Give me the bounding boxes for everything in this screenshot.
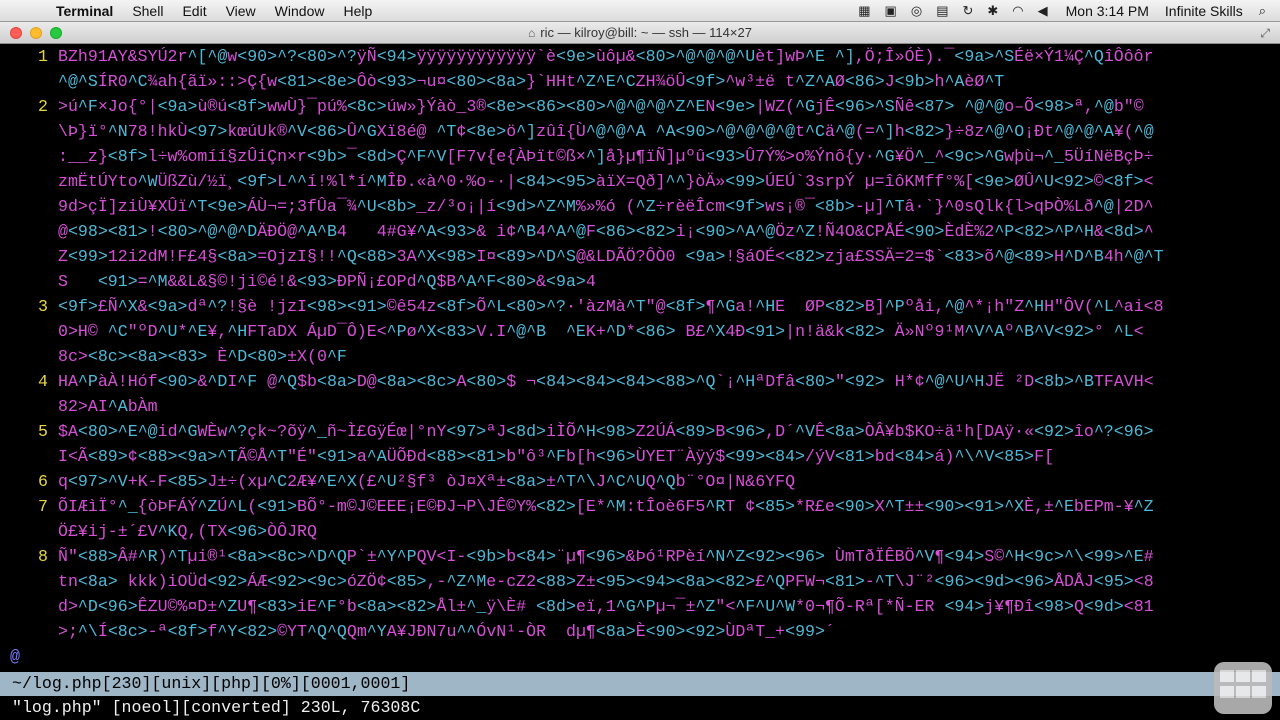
line-text: I<Ã<89>¢<88><9a>^TÃ©Å^T"É"<91>a^AÜÕÐd<88… bbox=[58, 447, 1055, 466]
editor-line: Z<99>12i2dM!F£4§<8a>=OjzI§!!^Q<88>3A^X<9… bbox=[0, 244, 1280, 269]
line-text: 0>H© ^C"ºD^U*^E¥,^HFTaDX ÁµD¯Ô)E<^Pø^X<8… bbox=[58, 322, 1144, 341]
line-text: ^@^SÍR0^C¾ah{ãï»::>Ç{w<81><8e>Ôò<93>¬u¤<… bbox=[58, 72, 1005, 91]
line-number: 1 bbox=[38, 47, 48, 66]
volume-icon[interactable]: ◀ bbox=[1038, 3, 1048, 19]
screen-record-icon[interactable]: ▦ bbox=[858, 3, 870, 19]
bluetooth-icon[interactable]: ✱ bbox=[987, 3, 998, 19]
editor-line: 6 q<97>^V+K-F<85>J±÷(xµ^C2Æ¥^E^X(£^U²§f³ … bbox=[0, 469, 1280, 494]
editor-line: ^@^SÍR0^C¾ah{ãï»::>Ç{w<81><8e>Ôò<93>¬u¤<… bbox=[0, 69, 1280, 94]
menu-edit[interactable]: Edit bbox=[182, 3, 206, 19]
line-text: :__z}<8f>l÷w%omíí§zÛiÇn×r<9b>¯<8d>Ç^F^V[… bbox=[58, 147, 1154, 166]
line-number: 8 bbox=[38, 547, 48, 566]
window-controls bbox=[10, 27, 70, 39]
vim-message-line: "log.php" [noeol][converted] 230L, 76308… bbox=[12, 698, 421, 717]
infinite-skills-logo bbox=[1214, 662, 1272, 714]
line-text: 82>AI^AbÀm bbox=[58, 397, 158, 416]
editor-line: 7 ÕIÆìÏ°^_{òÞFÁÝ^ZÚ^L(<91>BÕ°-m©J©EEE¡E©Ð… bbox=[0, 494, 1280, 519]
menu-view[interactable]: View bbox=[226, 3, 256, 19]
line-text: S <91>=^M&&L&§©!ji©é!&<93>ÐPÑ¡£OPd^Q$B^A… bbox=[58, 272, 596, 291]
editor-line: 0>H© ^C"ºD^U*^E¥,^HFTaDX ÁµD¯Ô)E<^Pø^X<8… bbox=[0, 319, 1280, 344]
editor-line: tn<8a> kkk)iOÜd<92>ÁÆ<92><9c>óZÖ¢<85>,-^… bbox=[0, 569, 1280, 594]
line-text: $A<80>^E^@id^GWÈw^?çk~?õÿ^_ñ~Ì£GÿÉœ|°nY<… bbox=[58, 422, 1154, 441]
menu-window[interactable]: Window bbox=[275, 3, 325, 19]
editor-line: 4 HA^PàÀ!Hóf<90>&^DI^F @^Q$b<8a>D@<8a><8c… bbox=[0, 369, 1280, 394]
user-menu[interactable]: Infinite Skills bbox=[1165, 3, 1243, 19]
status-area: ▦ ▣ ◎ ▤ ↻ ✱ ◠ ◀ Mon 3:14 PM Infinite Ski… bbox=[844, 0, 1280, 22]
fullscreen-icon[interactable]: ⤢ bbox=[1260, 26, 1270, 41]
menu-help[interactable]: Help bbox=[343, 3, 372, 19]
line-number: 4 bbox=[38, 372, 48, 391]
window-title: ric — kilroy@bill: ~ — ssh — 114×27 bbox=[540, 25, 752, 40]
editor-line: d>^D<96>ÊZU©%¤D±^ZU¶<83>iE^F°b<8a><82>Ål… bbox=[0, 594, 1280, 619]
line-text: BZh91AY&SYÚ2r^[^@w<90>^?<80>^?ÿÑ<94>ÿÿÿÿ… bbox=[58, 47, 1154, 66]
line-text: d>^D<96>ÊZU©%¤D±^ZU¶<83>iE^F°b<8a><82>Ål… bbox=[58, 597, 1154, 616]
editor-line: 1 BZh91AY&SYÚ2r^[^@w<90>^?<80>^?ÿÑ<94>ÿÿÿ… bbox=[0, 44, 1280, 69]
terminal-content[interactable]: 1 BZh91AY&SYÚ2r^[^@w<90>^?<80>^?ÿÑ<94>ÿÿÿ… bbox=[0, 44, 1280, 720]
editor-line: 3 <9f>£Ñ^X&<9a>dª^?!§è !jzI<98><91>©ê54z<… bbox=[0, 294, 1280, 319]
window-title-bar[interactable]: ⌂ ric — kilroy@bill: ~ — ssh — 114×27 ⤢ bbox=[0, 22, 1280, 44]
line-text: ÕIÆìÏ°^_{òÞFÁÝ^ZÚ^L(<91>BÕ°-m©J©EEE¡E©ÐJ… bbox=[58, 497, 1154, 516]
menu-shell[interactable]: Shell bbox=[132, 3, 163, 19]
editor-line: @<98><81>!<80>^@^@^DÄÐÖ@^A^B4 4#G¥^A<93>… bbox=[0, 219, 1280, 244]
zoom-window-button[interactable] bbox=[50, 27, 62, 39]
editor-line: 82>AI^AbÀm bbox=[0, 394, 1280, 419]
editor-line: 9d>çÏ]ziÙ¥XÛï^T<9e>ÁÙ¬=;3fÛa¯¾^U<8b>_z/³… bbox=[0, 194, 1280, 219]
minimize-window-button[interactable] bbox=[30, 27, 42, 39]
menu-bar: Terminal Shell Edit View Window Help ▦ ▣… bbox=[0, 0, 1280, 22]
line-text: Ö£¥ij-±´£V^KQ,(TX<96>ÒÔJRQ bbox=[58, 522, 317, 541]
line-number: 5 bbox=[38, 422, 48, 441]
editor-line: I<Ã<89>¢<88><9a>^TÃ©Å^T"É"<91>a^AÜÕÐd<88… bbox=[0, 444, 1280, 469]
clock[interactable]: Mon 3:14 PM bbox=[1066, 3, 1149, 19]
close-window-button[interactable] bbox=[10, 27, 22, 39]
line-text: HA^PàÀ!Hóf<90>&^DI^F @^Q$b<8a>D@<8a><8c>… bbox=[58, 372, 1154, 391]
editor-line: 2 >ú^F×Jo{°|<9a>ù®ú<8f>wwÙ}¯pú%<8c>úw»}Ýà… bbox=[0, 94, 1280, 119]
editor-line: >;^\Í<8c>-ª<8f>f^Y<82>©YT^Q^QQm^YA¥JÐN7u… bbox=[0, 619, 1280, 644]
line-number: 7 bbox=[38, 497, 48, 516]
line-text: Ñ"<88>Â#^R)^Tµi®¹<8a><8c>^D^QP`±^Y^PQV<I… bbox=[58, 547, 1154, 566]
editor-line: zmËtÚYto^WÜßZù/½ï¸<9f>L^^í!%l*í^MÎÐ.«à^0… bbox=[0, 169, 1280, 194]
line-number: 2 bbox=[38, 97, 48, 116]
line-text: >ú^F×Jo{°|<9a>ù®ú<8f>wwÙ}¯pú%<8c>úw»}Ýàò… bbox=[58, 97, 1144, 116]
vim-status-line: ~/log.php[230][unix][php][0%][0001,0001] bbox=[0, 672, 1280, 696]
editor-line: \Þ}ï°^N78!hkÙ<97>kœúUk®^V<86>Û^GXï8é@ ^T… bbox=[0, 119, 1280, 144]
line-text: @<98><81>!<80>^@^@^DÄÐÖ@^A^B4 4#G¥^A<93>… bbox=[58, 222, 1154, 241]
line-text: <9f>£Ñ^X&<9a>dª^?!§è !jzI<98><91>©ê54z<8… bbox=[58, 297, 1164, 316]
empty-line-marker: @ bbox=[10, 647, 20, 666]
spotlight-search-icon[interactable]: ⌕ bbox=[1259, 3, 1266, 19]
home-folder-icon: ⌂ bbox=[528, 25, 536, 40]
menu-app-terminal[interactable]: Terminal bbox=[56, 3, 113, 19]
line-text: \Þ}ï°^N78!hkÙ<97>kœúUk®^V<86>Û^GXï8é@ ^T… bbox=[58, 122, 1154, 141]
line-text: 9d>çÏ]ziÙ¥XÛï^T<9e>ÁÙ¬=;3fÛa¯¾^U<8b>_z/³… bbox=[58, 197, 1154, 216]
editor-line: 5 $A<80>^E^@id^GWÈw^?çk~?õÿ^_ñ~Ì£GÿÉœ|°nY… bbox=[0, 419, 1280, 444]
wifi-icon[interactable]: ◠ bbox=[1012, 3, 1023, 19]
line-text: zmËtÚYto^WÜßZù/½ï¸<9f>L^^í!%l*í^MÎÐ.«à^0… bbox=[58, 172, 1154, 191]
toolbox-icon[interactable]: ▣ bbox=[885, 3, 897, 19]
line-text: 8c><8c><8a><83> È^D<80>±X(0^F bbox=[58, 347, 347, 366]
line-text: q<97>^V+K-F<85>J±÷(xµ^C2Æ¥^E^X(£^U²§f³ ò… bbox=[58, 472, 796, 491]
line-number: 6 bbox=[38, 472, 48, 491]
editor-line: 8c><8c><8a><83> È^D<80>±X(0^F bbox=[0, 344, 1280, 369]
line-text: Z<99>12i2dM!F£4§<8a>=OjzI§!!^Q<88>3A^X<9… bbox=[58, 247, 1164, 266]
editor-line: S <91>=^M&&L&§©!ji©é!&<93>ÐPÑ¡£OPd^Q$B^A… bbox=[0, 269, 1280, 294]
sync-icon[interactable]: ↻ bbox=[962, 3, 973, 19]
editor-line: :__z}<8f>l÷w%omíí§zÛiÇn×r<9b>¯<8d>Ç^F^V[… bbox=[0, 144, 1280, 169]
editor-line: Ö£¥ij-±´£V^KQ,(TX<96>ÒÔJRQ bbox=[0, 519, 1280, 544]
line-text: tn<8a> kkk)iOÜd<92>ÁÆ<92><9c>óZÖ¢<85>,-^… bbox=[58, 572, 1154, 591]
clipboard-icon[interactable]: ▤ bbox=[936, 3, 948, 19]
camera-icon[interactable]: ◎ bbox=[911, 3, 922, 19]
line-number: 3 bbox=[38, 297, 48, 316]
editor-line: 8 Ñ"<88>Â#^R)^Tµi®¹<8a><8c>^D^QP`±^Y^PQV<… bbox=[0, 544, 1280, 569]
line-text: >;^\Í<8c>-ª<8f>f^Y<82>©YT^Q^QQm^YA¥JÐN7u… bbox=[58, 622, 835, 641]
